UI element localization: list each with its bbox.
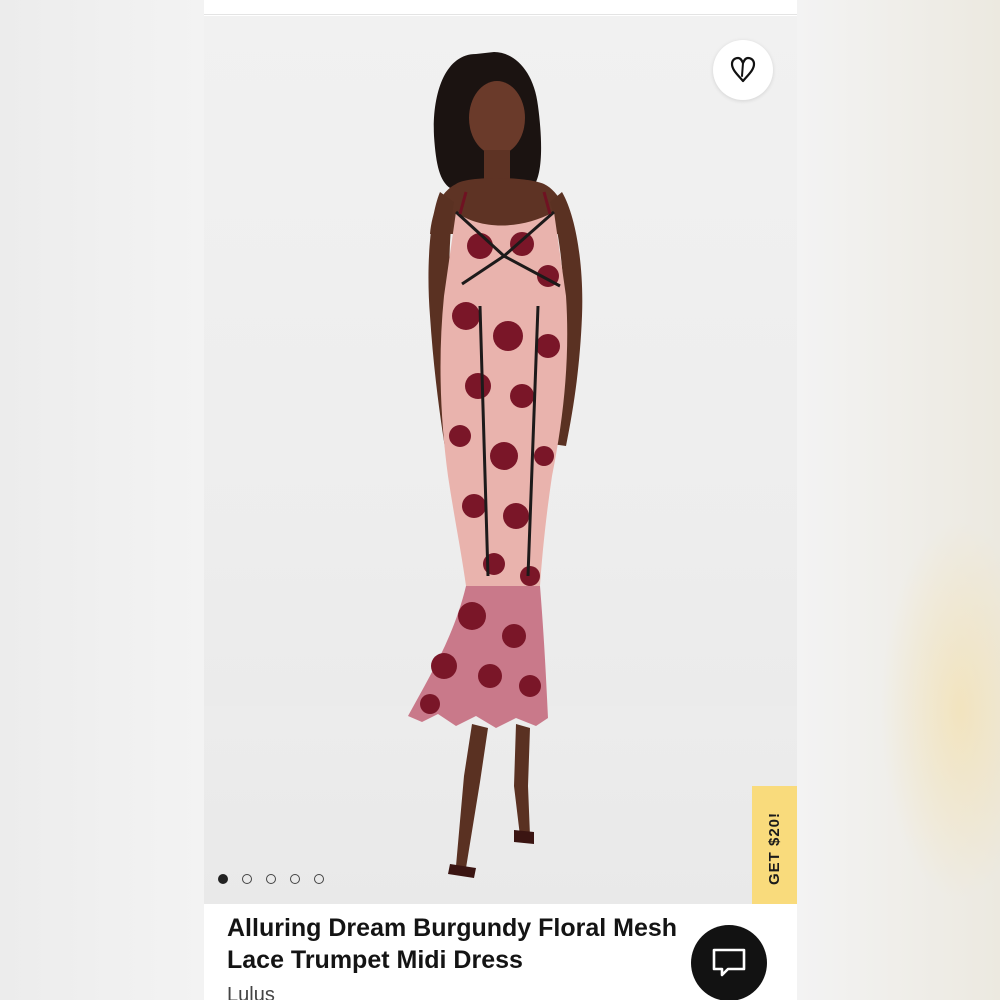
chat-button[interactable] xyxy=(691,925,767,1000)
promo-tab[interactable]: GET $20! xyxy=(752,786,797,904)
heart-outline-icon xyxy=(730,56,756,83)
product-title-line-1: Alluring Dream Burgundy Floral Mesh xyxy=(227,914,678,942)
product-image[interactable]: GET $20! xyxy=(204,16,797,904)
model-neck xyxy=(484,150,510,180)
model-figure xyxy=(408,52,583,878)
model-legs xyxy=(456,724,530,868)
pagination-dot-5[interactable] xyxy=(314,874,324,884)
header-divider xyxy=(204,4,797,15)
product-title-line-2: Lace Trumpet Midi Dress xyxy=(227,946,523,974)
favorite-button[interactable] xyxy=(713,40,773,100)
pagination-dot-2[interactable] xyxy=(242,874,252,884)
model-face xyxy=(469,81,525,155)
image-pagination xyxy=(218,874,324,884)
product-page: GET $20! Alluring Dream Burgundy Floral … xyxy=(204,0,797,1000)
chat-bubble-icon xyxy=(712,948,746,977)
product-brand[interactable]: Lulus xyxy=(227,984,275,1000)
background-glow xyxy=(880,520,1000,900)
pagination-dot-4[interactable] xyxy=(290,874,300,884)
pagination-dot-1[interactable] xyxy=(218,874,228,884)
promo-label: GET $20! xyxy=(766,811,783,886)
product-title: Alluring Dream Burgundy Floral Mesh Lace… xyxy=(227,912,727,976)
pagination-dot-3[interactable] xyxy=(266,874,276,884)
